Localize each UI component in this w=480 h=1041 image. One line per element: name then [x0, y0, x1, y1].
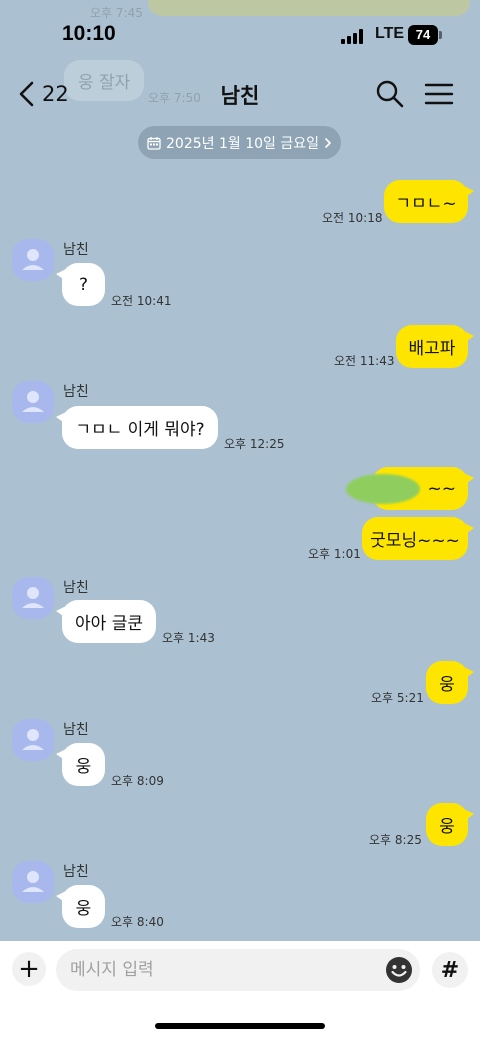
message-time: 오후 8:25: [369, 833, 422, 847]
chat-header: 22 남친: [0, 66, 480, 122]
message-time: 오전 10:41: [111, 294, 172, 308]
sender-avatar[interactable]: [12, 719, 54, 761]
search-button[interactable]: [374, 78, 406, 110]
status-bar: 10:10 LTE 74: [0, 0, 480, 66]
sender-name: 남친: [63, 722, 89, 738]
home-indicator[interactable]: [155, 1023, 325, 1029]
back-button[interactable]: 22: [16, 76, 69, 112]
chevron-right-icon: [325, 137, 331, 148]
battery-icon: 74: [408, 25, 438, 45]
sender-name: 남친: [63, 580, 89, 596]
sent-message-bubble[interactable]: ㄱㅁㄴ~: [384, 180, 474, 223]
sent-message-bubble[interactable]: 웅: [426, 661, 474, 704]
default-profile-icon: [22, 249, 44, 270]
battery-nub: [439, 31, 442, 39]
message-time: 오후 12:25: [224, 437, 285, 451]
hamburger-menu-icon: [424, 83, 454, 105]
sender-avatar[interactable]: [12, 381, 54, 423]
sender-name: 남친: [63, 384, 89, 400]
emoji-icon: [386, 957, 412, 983]
received-message-bubble[interactable]: 웅: [56, 743, 105, 786]
sent-message-bubble[interactable]: 굿모닝~~~: [362, 517, 474, 560]
menu-button[interactable]: [424, 78, 454, 110]
sender-avatar[interactable]: [12, 239, 54, 281]
chevron-left-icon: [19, 81, 34, 107]
sent-message-bubble[interactable]: 웅: [426, 803, 474, 846]
default-profile-icon: [22, 729, 44, 750]
message-time: 오후 8:40: [111, 915, 164, 929]
sender-avatar[interactable]: [12, 861, 54, 903]
network-label: LTE: [375, 25, 405, 42]
date-divider[interactable]: 2025년 1월 10일 금요일: [138, 126, 341, 159]
signal-icon: [341, 28, 367, 44]
censor-scribble: [346, 474, 420, 504]
message-time: 오후 1:43: [162, 631, 215, 645]
message-time: 오후 8:09: [111, 774, 164, 788]
sender-avatar[interactable]: [12, 577, 54, 619]
chat-title: 남친: [220, 84, 260, 108]
message-composer: + #: [0, 941, 480, 1041]
status-time: 10:10: [62, 22, 116, 45]
default-profile-icon: [22, 587, 44, 608]
calendar-icon: [147, 136, 161, 150]
sender-name: 남친: [63, 242, 89, 258]
sent-message-bubble[interactable]: 배고파: [396, 325, 474, 368]
hashtag-button[interactable]: #: [432, 952, 468, 988]
received-message-bubble[interactable]: 웅: [56, 885, 105, 928]
message-time: 오후 5:21: [371, 691, 424, 705]
received-message-bubble[interactable]: ㄱㅁㄴ 이게 뭐야?: [56, 406, 218, 449]
message-time: 오전 11:43: [334, 354, 395, 368]
unread-count: 22: [42, 82, 69, 106]
emoji-button[interactable]: [384, 955, 414, 985]
date-text: 2025년 1월 10일 금요일: [166, 135, 319, 152]
attach-button[interactable]: +: [12, 952, 46, 986]
received-message-bubble[interactable]: 아아 글쿤: [56, 600, 156, 643]
message-time: 오후 1:01: [308, 547, 361, 561]
sender-name: 남친: [63, 864, 89, 880]
message-input[interactable]: [56, 949, 420, 991]
message-time: 오전 10:18: [322, 211, 383, 225]
default-profile-icon: [22, 871, 44, 892]
received-message-bubble[interactable]: ?: [56, 263, 105, 306]
default-profile-icon: [22, 391, 44, 412]
search-icon: [376, 80, 404, 108]
